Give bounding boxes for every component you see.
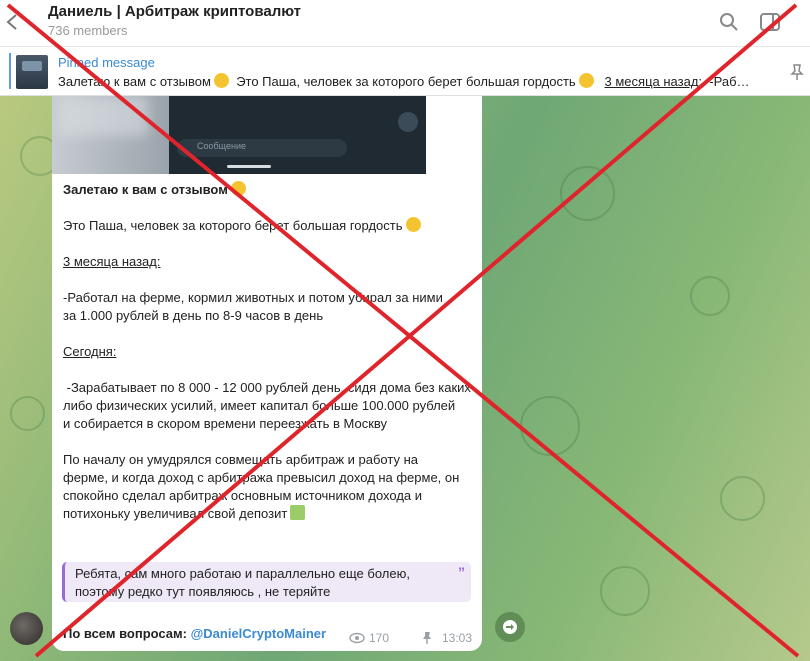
story-line-4: потихоньку увеличивал свой депозит [63, 505, 306, 523]
message-intro: Это Паша, человек за которого берет боль… [63, 217, 421, 235]
forward-button[interactable] [495, 612, 525, 642]
message-time: 13:03 [442, 631, 473, 645]
pinned-thumbnail [16, 55, 48, 89]
pinned-text-1: Залетаю к вам с отзывом [58, 74, 211, 89]
today-line-2: либо физических усилий, имеет капитал бо… [63, 398, 456, 413]
media-image-left [52, 96, 169, 174]
pinned-message-bar[interactable]: Pinned message Залетаю к вам с отзывом Э… [0, 46, 810, 96]
message-title: Залетаю к вам с отзывом [63, 181, 246, 199]
money-icon [290, 505, 306, 520]
chat-header: Даниель | Арбитраж криптовалют 736 membe… [0, 0, 810, 46]
pinned-text-4: -Раб… [709, 74, 750, 89]
pinned-indicator [9, 53, 11, 89]
media-image-right: Сообщение [169, 96, 426, 174]
heading-today: Сегодня: [63, 344, 117, 359]
pinned-label: Pinned message [58, 55, 155, 70]
emoji-icon [578, 73, 594, 88]
pinned-text-2: Это Паша, человек за которого берет боль… [236, 74, 576, 89]
pinned-text-3: 3 месяца назад: [604, 74, 703, 89]
story-line-3: спокойно сделал арбитраж основным источн… [63, 488, 423, 503]
eye-icon [349, 632, 365, 644]
forward-icon [503, 620, 517, 634]
media-input-field: Сообщение [177, 139, 347, 157]
story-line-2: ферме, и когда доход с арбитража превыси… [63, 470, 460, 485]
chat-title[interactable]: Даниель | Арбитраж криптовалют [48, 3, 301, 20]
before-line-1: -Работал на ферме, кормил животных и пот… [63, 290, 443, 305]
quote-text: Ребята, сам много работаю и параллельно … [75, 566, 410, 599]
search-icon[interactable] [717, 10, 741, 34]
pinned-preview: Залетаю к вам с отзывом Это Паша, челове… [58, 73, 750, 89]
avatar[interactable] [10, 612, 43, 645]
footer-line: По всем вопросам: @DanielCryptoMainer [63, 626, 327, 641]
chevron-down-icon [398, 112, 418, 132]
member-count: 736 members [48, 23, 128, 38]
story-line-1: По началу он умудрялся совмещать арбитра… [63, 452, 418, 467]
today-line-1: -Зарабатывает по 8 000 - 12 000 рублей д… [63, 380, 471, 395]
pin-icon [423, 632, 431, 644]
quote-icon: ” [458, 564, 465, 580]
home-indicator [227, 165, 271, 168]
today-line-3: и собирается в скором времени переезжать… [63, 416, 387, 431]
quote-block: Ребята, сам много работаю и параллельно … [62, 562, 471, 602]
view-count: 170 [369, 631, 390, 645]
media-input-text: Сообщение [197, 141, 246, 151]
emoji-icon [213, 73, 229, 88]
before-line-2: за 1.000 рублей в день по 8-9 часов в де… [63, 308, 324, 323]
back-arrow-icon[interactable] [2, 12, 22, 32]
emoji-icon [405, 217, 421, 232]
sidebar-toggle-icon[interactable] [758, 10, 782, 34]
message-media[interactable]: Сообщение [52, 96, 482, 174]
message-bubble[interactable]: Сообщение Залетаю к вам с отзывом Это Па… [52, 96, 482, 651]
mention-link[interactable]: @DanielCryptoMainer [191, 626, 326, 641]
heading-before: 3 месяца назад: [63, 254, 161, 269]
emoji-icon [230, 181, 246, 196]
pin-icon[interactable] [788, 63, 806, 81]
